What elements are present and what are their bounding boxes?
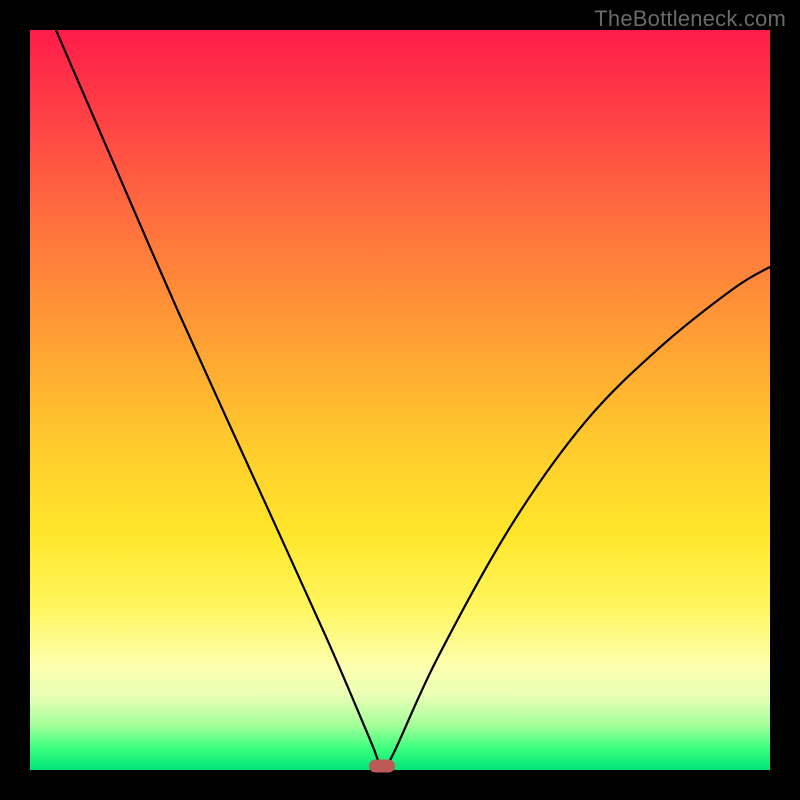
- curve-line: [56, 30, 770, 769]
- watermark-text: TheBottleneck.com: [594, 6, 786, 32]
- plot-area: [30, 30, 770, 770]
- bottleneck-curve: [30, 30, 770, 770]
- chart-frame: TheBottleneck.com: [0, 0, 800, 800]
- minimum-marker: [369, 760, 395, 773]
